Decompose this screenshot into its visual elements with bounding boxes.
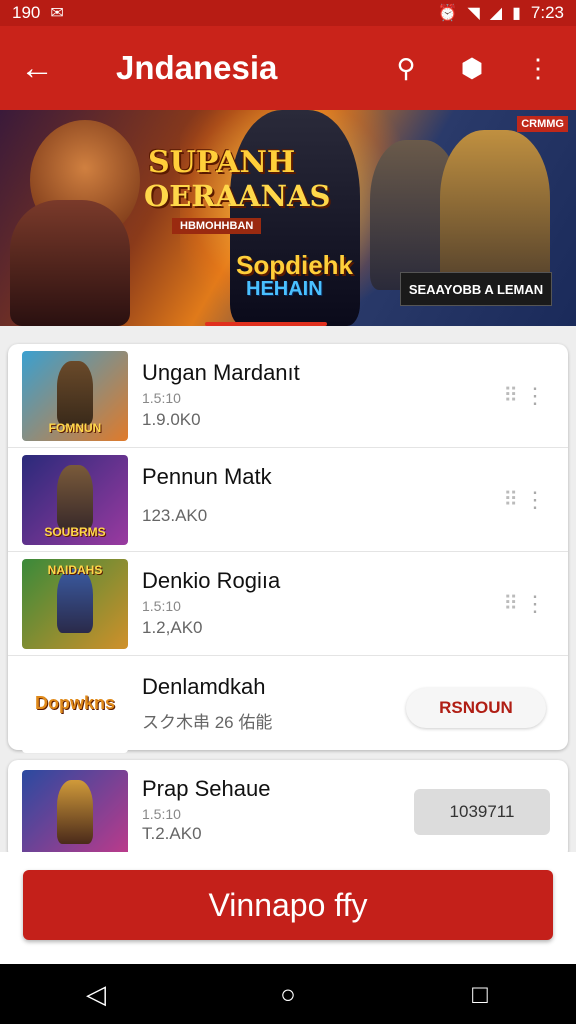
game-thumbnail: FOMNUN <box>22 350 128 441</box>
game-thumbnail <box>22 770 128 860</box>
game-list-card: FOMNUN Ungan Mardanıt 1.5:10 1.9.0K0 ⠿ ⋮… <box>8 344 568 753</box>
page-title: Jndanesia <box>116 49 278 86</box>
banner-title-line2: OERAANAS <box>144 179 331 213</box>
nav-back-icon[interactable]: ◁ <box>66 979 126 1010</box>
wifi-icon: ◥ <box>467 5 480 22</box>
game-list-card-2: Prap Sehaue 1.5:10 T.2.AK0 1039711 <box>8 760 568 860</box>
list-item[interactable]: NAIDAHS Denkio Rogiıa 1.5:10 1.2,AK0 ⠿ ⋮ <box>8 552 568 656</box>
thumbnail-label: Dopwkns <box>34 693 115 713</box>
list-item[interactable]: Dopwkns Denlamdkah スク木串 26 佑能 RSNOUN <box>8 656 568 760</box>
status-left-text: 190 <box>12 3 41 22</box>
alarm-icon: ⏰ <box>437 5 458 22</box>
game-thumbnail: SOUBRMS <box>22 454 128 545</box>
thumbnail-label: NAIDAHS <box>47 562 103 577</box>
game-name: Ungan Mardanıt <box>142 360 300 385</box>
game-sub: 1.5:10 <box>142 806 181 822</box>
nav-home-icon[interactable]: ○ <box>258 979 318 1010</box>
primary-action-button[interactable]: Vinnapo ffy <box>23 870 553 940</box>
game-meta: 123.AK0 <box>142 506 208 525</box>
game-meta: T.2.AK0 <box>142 824 202 843</box>
app-bar: ← Jndanesia ⚲ ⬢ ⋮ <box>0 26 576 110</box>
search-icon[interactable]: ⚲ <box>386 53 426 84</box>
list-item[interactable]: FOMNUN Ungan Mardanıt 1.5:10 1.9.0K0 ⠿ ⋮ <box>8 344 568 448</box>
action-button[interactable]: 1039711 <box>414 789 550 835</box>
more-vert-icon[interactable]: ⋮ <box>524 591 546 617</box>
shield-icon[interactable]: ⬢ <box>452 53 492 84</box>
game-name: Denlamdkah <box>142 674 266 699</box>
grid-icon[interactable]: ⠿ <box>503 487 518 512</box>
carousel-indicator <box>205 322 327 326</box>
more-vert-icon[interactable]: ⋮ <box>524 383 546 409</box>
game-name: Denkio Rogiıa <box>142 568 281 593</box>
banner-badge: CRMMG <box>517 116 568 132</box>
banner-subtitle2: Sopdiehk <box>236 250 354 280</box>
bottom-action-bar: Vinnapo ffy <box>0 852 576 964</box>
game-name: Prap Sehaue <box>142 776 271 801</box>
list-item[interactable]: SOUBRMS Pennun Matk 123.AK0 ⠿ ⋮ <box>8 448 568 552</box>
game-meta: 1.2,AK0 <box>142 618 203 637</box>
system-nav-bar: ◁ ○ □ <box>0 964 576 1024</box>
status-time: 7:23 <box>530 3 564 22</box>
nav-recents-icon[interactable]: □ <box>450 979 510 1010</box>
more-vert-icon[interactable]: ⋮ <box>524 487 546 513</box>
battery-icon: ▮ <box>512 5 521 22</box>
grid-icon[interactable]: ⠿ <box>503 591 518 616</box>
more-vert-icon[interactable]: ⋮ <box>518 53 558 84</box>
banner-subtitle3: HEHAIN <box>246 278 323 300</box>
notification-icon: ✉ <box>50 5 64 22</box>
signal-icon: ◢ <box>489 5 503 22</box>
grid-icon[interactable]: ⠿ <box>503 383 518 408</box>
game-meta: スク木串 26 佑能 <box>142 713 273 732</box>
banner-subtitle: HBMOHHBAN <box>172 218 262 234</box>
game-thumbnail: Dopwkns <box>22 663 128 753</box>
game-thumbnail: NAIDAHS <box>22 558 128 649</box>
back-arrow-icon[interactable]: ← <box>0 49 74 88</box>
game-meta: 1.9.0K0 <box>142 410 201 429</box>
list-item[interactable]: Prap Sehaue 1.5:10 T.2.AK0 1039711 <box>8 760 568 860</box>
game-name: Pennun Matk <box>142 464 272 489</box>
game-sub: 1.5:10 <box>142 598 181 614</box>
game-sub: 1.5:10 <box>142 390 181 406</box>
thumbnail-label: FOMNUN <box>48 420 102 435</box>
banner-character <box>10 200 130 326</box>
status-bar: 190 ✉ ⏰ ◥ ◢ ▮ 7:23 <box>0 0 576 26</box>
install-button[interactable]: RSNOUN <box>406 688 546 728</box>
thumbnail-label: SOUBRMS <box>44 524 106 539</box>
banner-cta-button[interactable]: SEAAYOBB A LEMAN <box>400 272 552 306</box>
banner-title-line1: SUPANH <box>148 145 296 180</box>
promo-banner[interactable]: SUPANH OERAANAS HBMOHHBAN Sopdiehk HEHAI… <box>0 110 576 326</box>
